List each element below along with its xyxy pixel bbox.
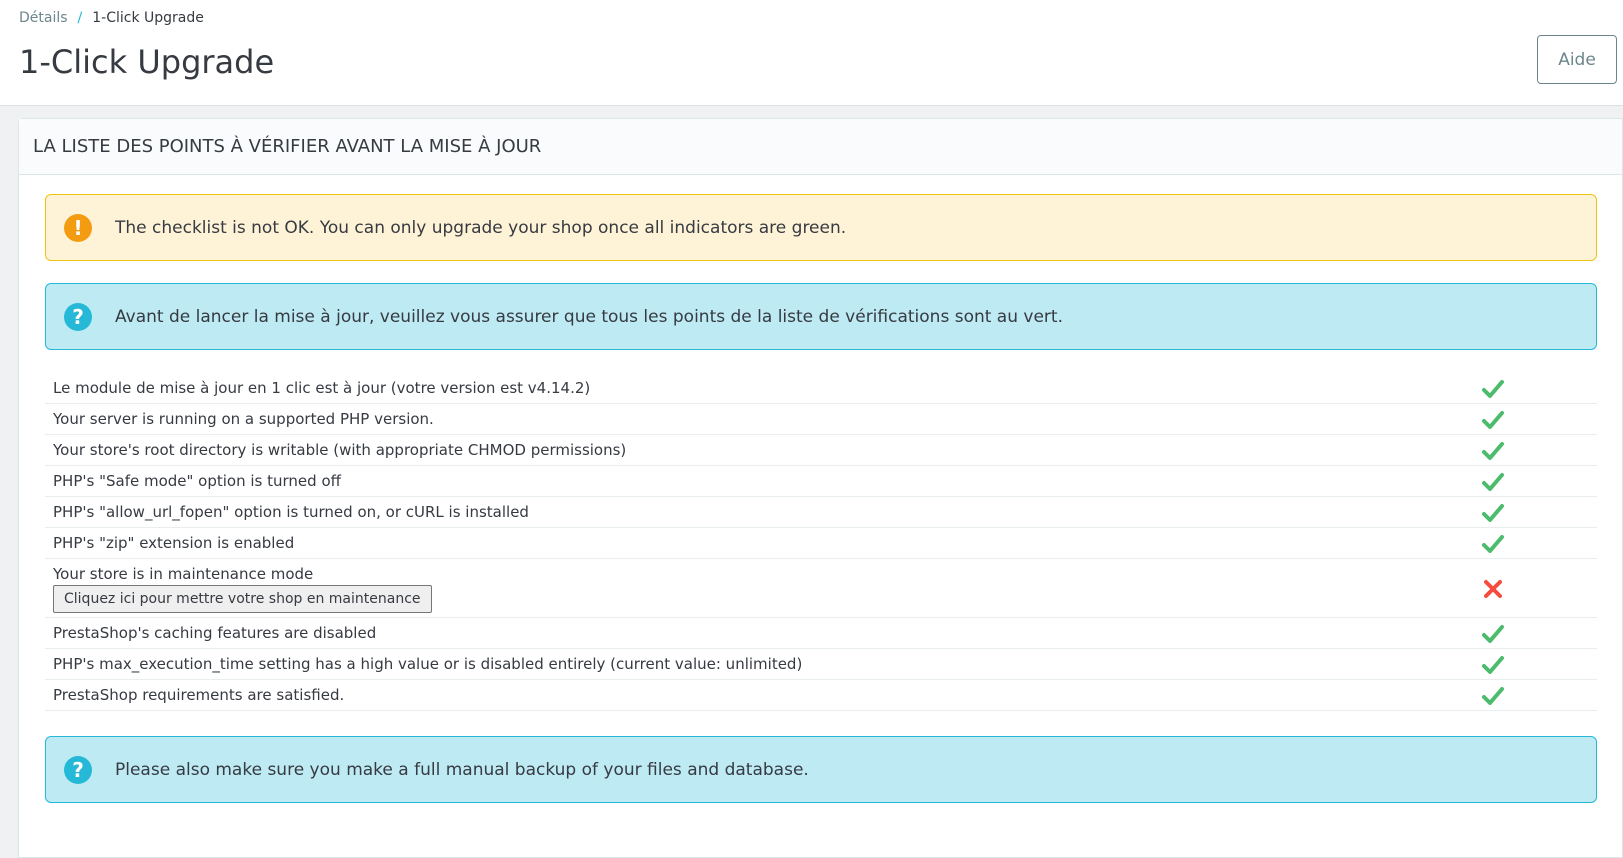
checklist-row: PHP's "allow_url_fopen" option is turned…	[45, 497, 1597, 528]
exclamation-icon: !	[64, 214, 92, 242]
question-icon: ?	[64, 756, 92, 784]
backup-alert-text: Please also make sure you make a full ma…	[115, 759, 809, 780]
warning-alert: ! The checklist is not OK. You can only …	[45, 194, 1597, 261]
checklist-row: PrestaShop's caching features are disabl…	[45, 618, 1597, 649]
checklist-row: Your store's root directory is writable …	[45, 435, 1597, 466]
checklist-label: PrestaShop requirements are satisfied.	[53, 686, 345, 704]
breadcrumb-current: 1-Click Upgrade	[92, 10, 204, 26]
checklist-row: Your server is running on a supported PH…	[45, 404, 1597, 435]
checklist-row: PHP's "Safe mode" option is turned off	[45, 466, 1597, 497]
checklist-label: PrestaShop's caching features are disabl…	[53, 624, 377, 642]
warning-alert-text: The checklist is not OK. You can only up…	[115, 217, 847, 238]
check-icon	[1481, 502, 1505, 524]
check-icon	[1481, 378, 1505, 400]
check-icon	[1481, 440, 1505, 462]
breadcrumb-separator: /	[77, 10, 83, 26]
checklist-table: Le module de mise à jour en 1 clic est à…	[45, 373, 1597, 711]
cross-icon	[1481, 578, 1505, 600]
checklist-row: PHP's "zip" extension is enabled	[45, 528, 1597, 559]
checklist-label: PHP's "zip" extension is enabled	[53, 534, 295, 552]
checklist-row: PHP's max_execution_time setting has a h…	[45, 649, 1597, 680]
check-icon	[1481, 409, 1505, 431]
checklist-label: Your server is running on a supported PH…	[53, 410, 434, 428]
checklist-label: Your store is in maintenance mode	[53, 565, 314, 583]
checklist-label: Le module de mise à jour en 1 clic est à…	[53, 379, 591, 397]
breadcrumb-parent-link[interactable]: Détails	[19, 10, 68, 26]
question-icon: ?	[64, 303, 92, 331]
checklist-label: PHP's "allow_url_fopen" option is turned…	[53, 503, 529, 521]
breadcrumb: Détails / 1-Click Upgrade	[19, 8, 204, 28]
checklist-label: PHP's max_execution_time setting has a h…	[53, 655, 803, 673]
checklist-label: PHP's "Safe mode" option is turned off	[53, 472, 341, 490]
checklist-row: PrestaShop requirements are satisfied.	[45, 680, 1597, 711]
checklist-panel: LA LISTE DES POINTS À VÉRIFIER AVANT LA …	[18, 118, 1623, 858]
check-icon	[1481, 623, 1505, 645]
info-alert-text: Avant de lancer la mise à jour, veuillez…	[115, 306, 1063, 327]
check-icon	[1481, 533, 1505, 555]
check-icon	[1481, 654, 1505, 676]
maintenance-mode-button[interactable]: Cliquez ici pour mettre votre shop en ma…	[53, 585, 432, 613]
check-icon	[1481, 471, 1505, 493]
info-alert-checklist: ? Avant de lancer la mise à jour, veuill…	[45, 283, 1597, 350]
page-header: Détails/1-Click Upgrade 1-Click Upgrade …	[0, 0, 1623, 106]
checklist-row: Le module de mise à jour en 1 clic est à…	[45, 373, 1597, 404]
help-button[interactable]: Aide	[1537, 35, 1617, 84]
checklist-label: Your store's root directory is writable …	[53, 441, 627, 459]
panel-heading: LA LISTE DES POINTS À VÉRIFIER AVANT LA …	[19, 119, 1622, 175]
page-title: 1-Click Upgrade	[19, 43, 275, 81]
checklist-row: Your store is in maintenance mode Cliquez…	[45, 559, 1597, 618]
info-alert-backup: ? Please also make sure you make a full …	[45, 736, 1597, 803]
check-icon	[1481, 685, 1505, 707]
